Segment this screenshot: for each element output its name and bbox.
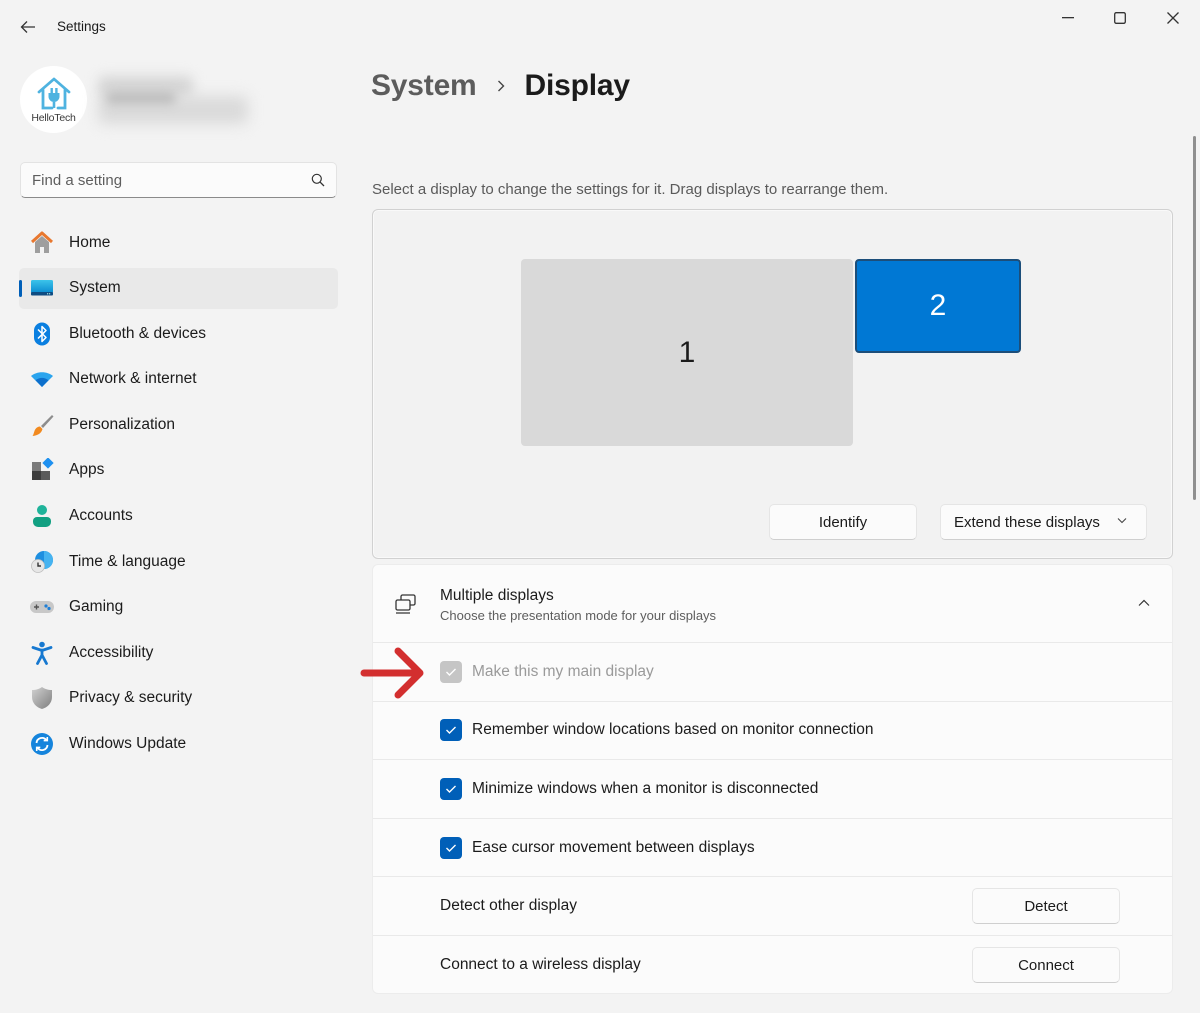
checkmark-icon [446,785,456,793]
multiple-displays-icon [395,594,416,614]
maximize-button[interactable] [1097,4,1143,32]
option-row-minimize-windows: Minimize windows when a monitor is disco… [373,760,1172,819]
wifi-icon [29,366,55,392]
ease-cursor-checkbox[interactable] [440,836,462,859]
sidebar-item-bluetooth[interactable]: Bluetooth & devices [19,313,338,354]
home-icon [29,230,55,256]
connect-button[interactable]: Connect [972,947,1120,984]
option-label: Make this my main display [472,662,654,680]
multiple-displays-header[interactable]: Multiple displays Choose the presentatio… [373,565,1172,643]
checkmark-icon [446,844,456,852]
option-label: Minimize windows when a monitor is disco… [472,779,819,797]
checkmark-icon [446,726,456,735]
chevron-right-icon [497,79,509,93]
close-icon [1167,12,1179,24]
accessibility-icon [29,640,55,666]
monitor-1[interactable]: 1 [521,259,853,446]
multiple-displays-section: Multiple displays Choose the presentatio… [372,564,1173,994]
monitor-2-label: 2 [929,289,947,322]
detect-label: Detect other display [440,897,577,915]
option-row-ease-cursor: Ease cursor movement between displays [373,819,1172,878]
option-row-remember-locations: Remember window locations based on monit… [373,702,1172,761]
sidebar-item-personalization[interactable]: Personalization [19,404,338,445]
time-language-icon [29,549,55,575]
page-title: Display [524,69,631,102]
sidebar-item-network[interactable]: Network & internet [19,359,338,400]
app-title: Settings [57,19,106,34]
sidebar-item-home[interactable]: Home [19,222,338,263]
identify-button[interactable]: Identify [769,504,917,540]
search-icon[interactable] [310,172,326,188]
apps-icon [29,457,55,483]
breadcrumb: System Display [371,64,630,108]
chevron-down-icon [1117,518,1127,524]
gamepad-icon [29,594,55,620]
sidebar-item-system[interactable]: System [19,267,338,309]
connect-row: Connect to a wireless display Connect [373,936,1172,993]
paintbrush-icon [29,412,55,438]
checkmark-icon [446,668,456,676]
option-row-main-display: Make this my main display [373,643,1172,702]
accounts-icon [29,503,55,529]
monitor-1-label: 1 [678,335,696,369]
hellotech-logo-icon [37,77,70,110]
bluetooth-icon [29,321,55,347]
arrangement-hint: Select a display to change the settings … [372,181,889,198]
shield-icon [29,685,55,711]
search-box[interactable] [20,162,337,198]
remember-locations-checkbox[interactable] [440,719,462,742]
display-mode-dropdown[interactable]: Extend these displays [940,504,1147,540]
minimize-windows-checkbox[interactable] [440,777,462,800]
sidebar-item-accounts[interactable]: Accounts [19,496,338,537]
display-mode-value: Extend these displays [954,513,1100,531]
update-icon [29,731,55,757]
sidebar-item-time-language[interactable]: Time & language [19,541,338,582]
back-arrow-icon [20,21,35,33]
sidebar-item-privacy[interactable]: Privacy & security [19,678,338,719]
sidebar-item-apps[interactable]: Apps [19,450,338,491]
connect-label: Connect to a wireless display [440,956,641,974]
minimize-button[interactable] [1045,4,1091,32]
breadcrumb-parent-system[interactable]: System [371,69,477,103]
annotation-arrow-icon [360,647,424,699]
close-button[interactable] [1150,4,1196,32]
section-title: Multiple displays [440,587,554,604]
monitor-2[interactable]: 2 [855,259,1021,353]
back-button[interactable] [14,14,42,40]
title-bar: Settings [0,0,1200,54]
system-icon [29,275,55,301]
display-arrangement-panel: 1 2 Identify Extend these displays [372,209,1173,559]
profile-name-blurred [98,76,253,128]
sidebar-item-windows-update[interactable]: Windows Update [19,724,338,765]
sidebar-item-gaming[interactable]: Gaming [19,587,338,628]
detect-button[interactable]: Detect [972,888,1120,925]
maximize-icon [1114,12,1126,24]
option-label: Remember window locations based on monit… [472,721,874,739]
section-subtitle: Choose the presentation mode for your di… [440,608,717,623]
avatar-label: HelloTech [31,112,76,124]
minimize-icon [1062,17,1074,19]
search-input[interactable] [32,171,310,189]
detect-row: Detect other display Detect [373,877,1172,936]
main-display-checkbox[interactable] [440,660,462,683]
sidebar-item-accessibility[interactable]: Accessibility [19,632,338,673]
sidebar-nav: Home System Bluetooth & devices Network … [19,222,338,769]
chevron-up-icon[interactable] [1136,597,1152,609]
avatar[interactable]: HelloTech [20,66,87,133]
scrollbar[interactable] [1193,136,1196,500]
active-indicator [19,279,22,297]
option-label: Ease cursor movement between displays [472,838,755,856]
